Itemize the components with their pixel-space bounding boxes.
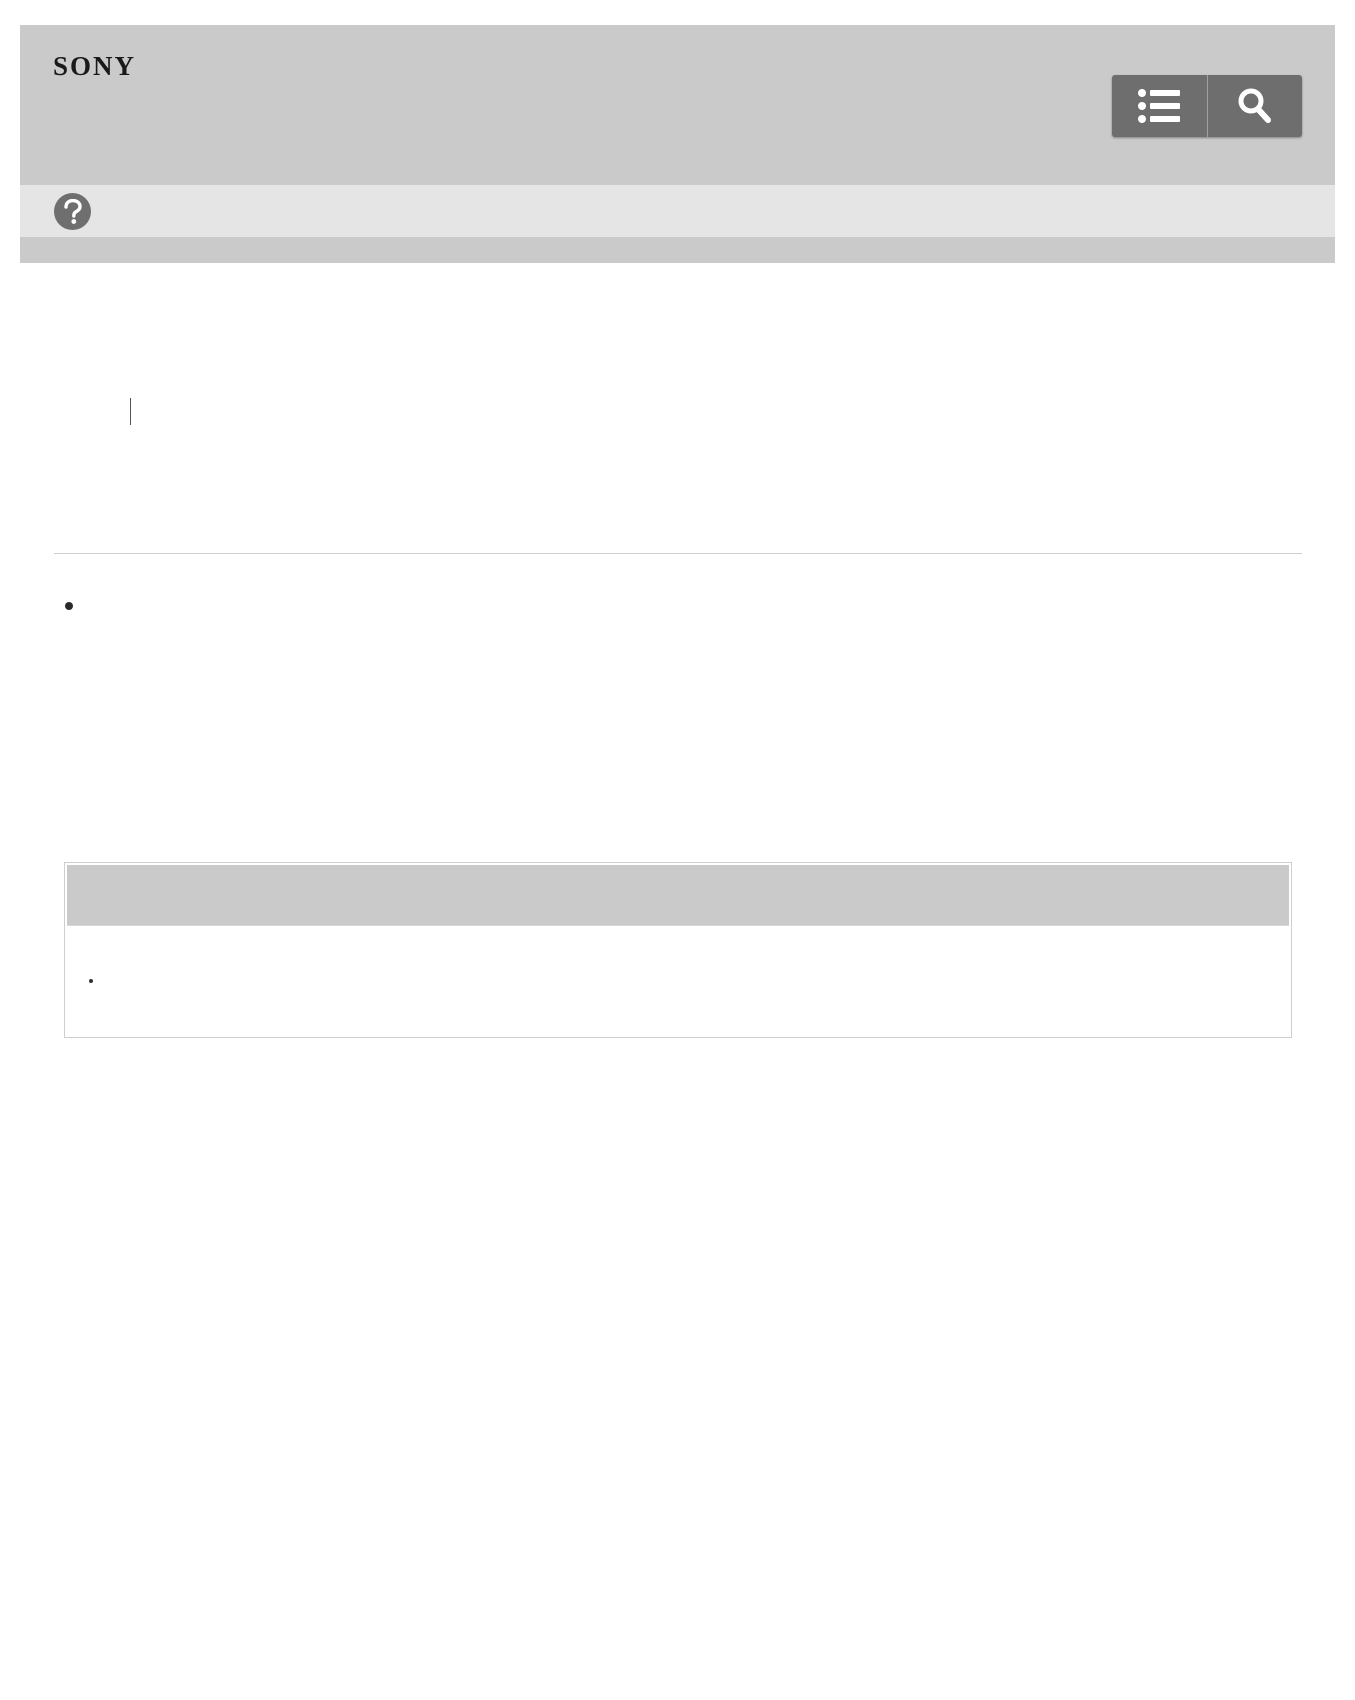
note-box: [64, 862, 1292, 1038]
section-divider: [54, 553, 1302, 554]
note-box-header: [67, 865, 1289, 926]
help-icon[interactable]: [54, 193, 91, 230]
search-button[interactable]: [1206, 75, 1303, 137]
breadcrumb-separator: [130, 398, 131, 425]
note-bullet: [89, 979, 93, 983]
list-bullet: [65, 602, 73, 610]
header: SONY: [20, 25, 1335, 185]
list-icon: [1138, 89, 1181, 123]
page: SONY: [0, 0, 1355, 1700]
header-button-group: [1112, 75, 1302, 137]
help-bar: [20, 185, 1335, 237]
search-icon: [1238, 88, 1271, 123]
table-of-contents-button[interactable]: [1112, 75, 1207, 137]
sony-logo[interactable]: SONY: [53, 53, 136, 80]
question-mark-icon: [63, 198, 82, 224]
header-bottom-strip: [20, 237, 1335, 263]
